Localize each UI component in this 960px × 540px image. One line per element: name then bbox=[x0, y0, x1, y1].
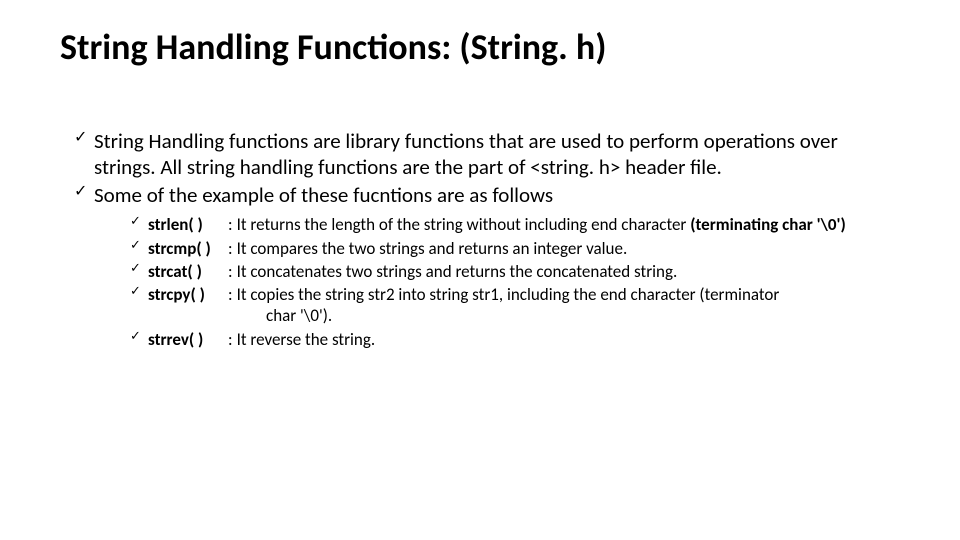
main-bullet-list: String Handling functions are library fu… bbox=[60, 128, 900, 350]
function-description: It returns the length of the string with… bbox=[237, 214, 900, 235]
function-description: It concatenates two strings and returns … bbox=[237, 261, 900, 282]
function-name: strlen( ) bbox=[148, 214, 226, 235]
function-row: strcmp( ) : It compares the two strings … bbox=[148, 238, 900, 259]
function-item-strrev: strrev( ) : It reverse the string. bbox=[130, 329, 900, 350]
slide: String Handling Functions: (String. h) S… bbox=[0, 0, 960, 540]
colon-separator: : bbox=[226, 284, 237, 305]
function-description: It reverse the string. bbox=[237, 329, 900, 350]
main-bullet-text: Some of the example of these fucntions a… bbox=[94, 182, 553, 208]
main-bullet-item: Some of the example of these fucntions a… bbox=[74, 182, 900, 350]
function-name: strcpy( ) bbox=[148, 284, 226, 305]
function-item-strlen: strlen( ) : It returns the length of the… bbox=[130, 214, 900, 235]
function-desc-bold: (terminating char '\0') bbox=[690, 214, 846, 235]
colon-separator: : bbox=[226, 238, 237, 259]
function-row: strrev( ) : It reverse the string. bbox=[148, 329, 900, 350]
function-name: strcmp( ) bbox=[148, 238, 226, 259]
function-name: strcat( ) bbox=[148, 261, 226, 282]
function-item-strcat: strcat( ) : It concatenates two strings … bbox=[130, 261, 900, 282]
colon-separator: : bbox=[226, 214, 237, 235]
function-name: strrev( ) bbox=[148, 329, 226, 350]
main-bullet-text: String Handling functions are library fu… bbox=[94, 128, 838, 180]
colon-separator: : bbox=[226, 329, 237, 350]
function-description: It copies the string str2 into string st… bbox=[237, 284, 900, 305]
function-item-strcpy: strcpy( ) : It copies the string str2 in… bbox=[130, 284, 900, 327]
function-item-strcmp: strcmp( ) : It compares the two strings … bbox=[130, 238, 900, 259]
function-description: It compares the two strings and returns … bbox=[237, 238, 900, 259]
colon-separator: : bbox=[226, 261, 237, 282]
function-row: strcat( ) : It concatenates two strings … bbox=[148, 261, 900, 282]
function-description-continuation: char '\0'). bbox=[148, 305, 900, 326]
function-row: strcpy( ) : It copies the string str2 in… bbox=[148, 284, 900, 305]
function-desc-text: It returns the length of the string with… bbox=[237, 214, 691, 235]
slide-title: String Handling Functions: (String. h) bbox=[60, 28, 900, 68]
function-row: strlen( ) : It returns the length of the… bbox=[148, 214, 900, 235]
function-list: strlen( ) : It returns the length of the… bbox=[94, 214, 900, 350]
main-bullet-item: String Handling functions are library fu… bbox=[74, 128, 900, 181]
